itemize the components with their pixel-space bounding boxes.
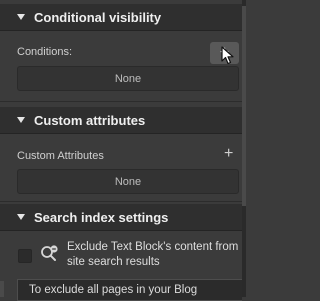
section-title: Custom attributes	[34, 112, 146, 128]
conditions-value: None	[114, 72, 142, 85]
mouse-pointer-icon	[221, 46, 234, 65]
search-exclude-icon	[41, 245, 58, 261]
section-divider	[0, 101, 242, 102]
custom-attributes-label: Custom Attributes	[17, 150, 104, 162]
search-index-header[interactable]: Search index settings	[0, 204, 242, 231]
scrollbar-thumb[interactable]	[242, 6, 246, 206]
section-title: Search index settings	[34, 209, 169, 225]
exclude-checkbox[interactable]	[18, 249, 32, 263]
exclude-label: Exclude Text Block's content from site s…	[67, 241, 239, 268]
custom-attributes-header[interactable]: Custom attributes	[0, 107, 242, 134]
note-accent-bar	[0, 281, 4, 297]
collapse-caret-icon[interactable]	[17, 214, 25, 220]
attributes-value: None	[114, 175, 142, 188]
conditions-label: Conditions:	[17, 46, 73, 58]
note-text: To exclude all pages in your Blog	[29, 284, 198, 296]
section-divider	[0, 201, 242, 202]
scrollbar[interactable]	[242, 0, 246, 297]
add-attribute-button[interactable]: +	[224, 146, 233, 162]
attributes-value-box[interactable]: None	[17, 169, 239, 194]
section-title: Conditional visibility	[34, 9, 162, 25]
blog-exclude-note: To exclude all pages in your Blog	[17, 279, 242, 301]
conditions-value-box[interactable]: None	[17, 66, 239, 91]
collapse-caret-icon[interactable]	[17, 117, 25, 123]
settings-panel: Conditional visibility Conditions: + Non…	[0, 0, 242, 301]
collapse-caret-icon[interactable]	[17, 14, 25, 20]
conditional-visibility-header[interactable]: Conditional visibility	[0, 4, 242, 31]
